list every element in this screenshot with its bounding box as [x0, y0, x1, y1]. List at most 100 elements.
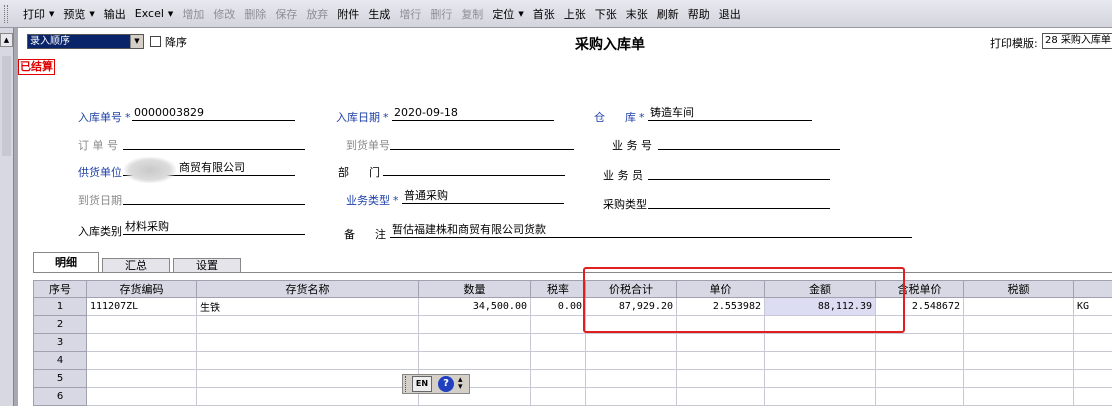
business-no-field[interactable]: [658, 136, 840, 150]
business-type-field[interactable]: 普通采购: [402, 190, 564, 204]
table-row[interactable]: 5: [33, 369, 1112, 388]
table-row[interactable]: 6: [33, 387, 1112, 406]
cell-quantity[interactable]: [418, 315, 531, 334]
table-row[interactable]: 2: [33, 315, 1112, 334]
cell-tax-rate[interactable]: [530, 351, 586, 370]
toolbar-exit-button[interactable]: 退出: [714, 3, 745, 25]
dropdown-arrow-icon[interactable]: ▼: [168, 10, 173, 18]
cell-unit[interactable]: KG: [1073, 297, 1112, 316]
cell-quantity[interactable]: 34,500.00: [418, 297, 531, 316]
column-header-unit[interactable]: [1073, 280, 1112, 298]
dropdown-arrow-icon[interactable]: ▼: [89, 10, 94, 18]
column-header-seq[interactable]: 序号: [33, 280, 87, 298]
toolbar-locate-button[interactable]: 定位 ▼: [487, 3, 527, 25]
cell-quantity[interactable]: [418, 351, 531, 370]
toolbar-add-row-button[interactable]: 增行: [394, 3, 425, 25]
toolbar-last-button[interactable]: 末张: [621, 3, 652, 25]
cell-tax-incl-price[interactable]: [875, 351, 964, 370]
cell-amount[interactable]: [764, 351, 876, 370]
cell-tax-amount[interactable]: [963, 351, 1074, 370]
cell-total-with-tax[interactable]: [585, 369, 677, 388]
ime-mode-button[interactable]: EN: [412, 376, 432, 392]
dropdown-arrow-icon[interactable]: ▼: [49, 10, 54, 18]
cell-item-code[interactable]: [86, 333, 197, 352]
toolbar-generate-button[interactable]: 生成: [363, 3, 394, 25]
toolbar-delete-row-button[interactable]: 删行: [425, 3, 456, 25]
cell-amount[interactable]: [764, 369, 876, 388]
column-header-item-name[interactable]: 存货名称: [196, 280, 419, 298]
print-template-select[interactable]: 28 采购入库单: [1042, 33, 1112, 49]
cell-tax-incl-price[interactable]: [875, 387, 964, 406]
cell-item-code[interactable]: [86, 387, 197, 406]
arrival-date-field[interactable]: [123, 191, 305, 205]
column-header-tax-amount[interactable]: 税额: [963, 280, 1074, 298]
cell-unit-price[interactable]: [676, 387, 765, 406]
dropdown-arrow-icon[interactable]: ▼: [130, 35, 143, 48]
tab-settings[interactable]: 设置: [173, 258, 241, 273]
cell-item-name[interactable]: [196, 333, 419, 352]
warehouse-field[interactable]: 铸造车间: [648, 107, 812, 121]
cell-tax-rate[interactable]: [530, 387, 586, 406]
purchase-type-field[interactable]: [648, 195, 830, 209]
cell-unit[interactable]: [1073, 351, 1112, 370]
scroll-up-arrow-icon[interactable]: ▲: [0, 33, 13, 47]
cell-tax-rate[interactable]: [530, 315, 586, 334]
table-row[interactable]: 1 111207ZL 生铁 34,500.00 0.00 87,929.20 2.55398…: [33, 297, 1112, 316]
cell-item-name[interactable]: [196, 369, 419, 388]
cell-tax-incl-price[interactable]: [875, 333, 964, 352]
cell-tax-incl-price[interactable]: [875, 369, 964, 388]
toolbar-add-button[interactable]: 增加: [177, 3, 208, 25]
toolbar-refresh-button[interactable]: 刷新: [652, 3, 683, 25]
toolbar-export-button[interactable]: 输出: [99, 3, 130, 25]
table-row[interactable]: 3: [33, 333, 1112, 352]
cell-tax-amount[interactable]: [963, 297, 1074, 316]
scroll-track[interactable]: [2, 56, 11, 156]
dept-field[interactable]: [383, 162, 565, 176]
column-header-item-code[interactable]: 存货编码: [86, 280, 197, 298]
cell-amount[interactable]: [764, 387, 876, 406]
sort-order-select[interactable]: 录入顺序 ▼: [27, 34, 144, 49]
cell-tax-amount[interactable]: [963, 387, 1074, 406]
toolbar-discard-button[interactable]: 放弃: [301, 3, 332, 25]
toolbar-print-button[interactable]: 打印 ▼: [18, 3, 58, 25]
toolbar-delete-button[interactable]: 删除: [239, 3, 270, 25]
ime-options-icon[interactable]: ▴ ▾: [458, 376, 463, 392]
category-field[interactable]: 材料采购: [123, 221, 305, 235]
cell-unit-price[interactable]: [676, 333, 765, 352]
order-no-field[interactable]: [123, 136, 305, 150]
arrival-no-field[interactable]: [390, 136, 574, 150]
cell-tax-rate[interactable]: 0.00: [530, 297, 586, 316]
cell-item-name[interactable]: [196, 351, 419, 370]
cell-total-with-tax[interactable]: [585, 333, 677, 352]
column-header-tax-rate[interactable]: 税率: [530, 280, 586, 298]
toolbar-next-button[interactable]: 下张: [590, 3, 621, 25]
cell-tax-amount[interactable]: [963, 369, 1074, 388]
toolbar-help-button[interactable]: 帮助: [683, 3, 714, 25]
toolbar-grip[interactable]: [4, 5, 8, 23]
tab-summary[interactable]: 汇总: [102, 258, 170, 273]
cell-item-code[interactable]: 111207ZL: [86, 297, 197, 316]
cell-item-code[interactable]: [86, 351, 197, 370]
receipt-date-field[interactable]: 2020-09-18: [392, 107, 554, 121]
cell-quantity[interactable]: [418, 333, 531, 352]
column-header-quantity[interactable]: 数量: [418, 280, 531, 298]
toolbar-copy-button[interactable]: 复制: [456, 3, 487, 25]
cell-total-with-tax[interactable]: [585, 351, 677, 370]
toolbar-attachment-button[interactable]: 附件: [332, 3, 363, 25]
cell-amount[interactable]: [764, 333, 876, 352]
cell-unit[interactable]: [1073, 387, 1112, 406]
table-row[interactable]: 4: [33, 351, 1112, 370]
salesman-field[interactable]: [648, 166, 830, 180]
cell-unit-price[interactable]: [676, 351, 765, 370]
remark-field[interactable]: 暂估福建株和商贸有限公司货款: [390, 224, 912, 238]
toolbar-previous-button[interactable]: 上张: [559, 3, 590, 25]
cell-tax-amount[interactable]: [963, 315, 1074, 334]
toolbar-preview-button[interactable]: 预览 ▼: [58, 3, 98, 25]
cell-unit[interactable]: [1073, 369, 1112, 388]
cell-tax-rate[interactable]: [530, 333, 586, 352]
cell-item-name[interactable]: [196, 387, 419, 406]
cell-unit-price[interactable]: [676, 369, 765, 388]
cell-tax-amount[interactable]: [963, 333, 1074, 352]
descending-checkbox[interactable]: [150, 36, 161, 47]
toolbar-first-button[interactable]: 首张: [528, 3, 559, 25]
